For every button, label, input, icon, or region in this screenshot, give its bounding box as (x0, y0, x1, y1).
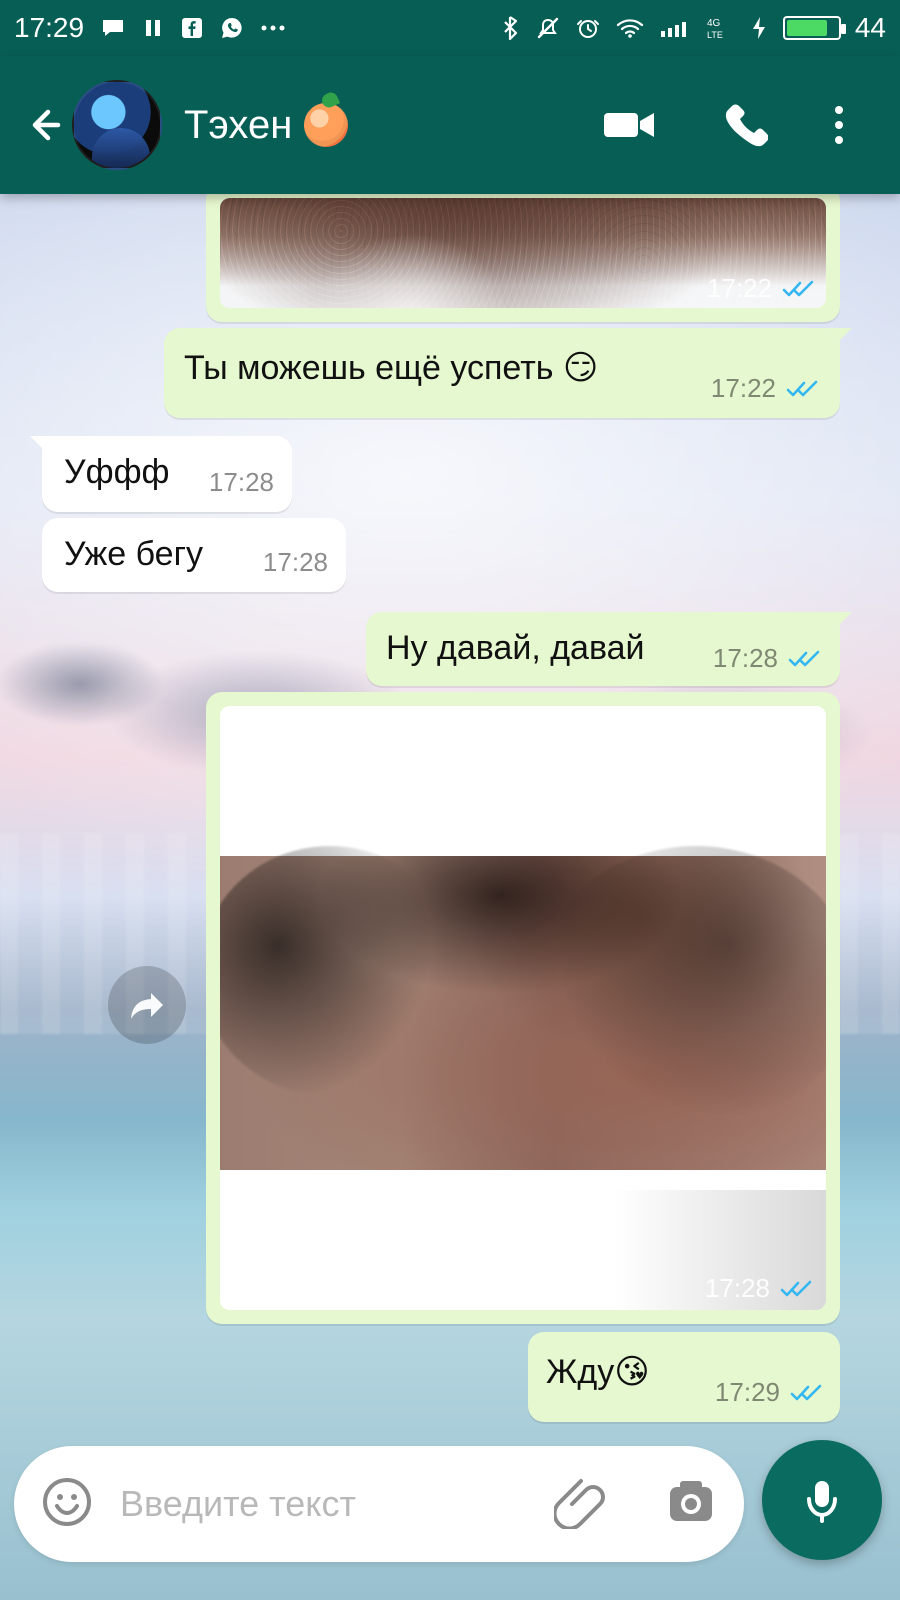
message-input[interactable]: Введите текст (120, 1483, 554, 1525)
emoji-button[interactable] (40, 1475, 94, 1534)
signal-icon (659, 17, 693, 39)
double-check-icon (790, 1383, 822, 1403)
message-meta: 17:22 (707, 273, 814, 304)
status-bar: 17:29 4G LTE 44 (0, 0, 900, 56)
more-options-button[interactable] (830, 100, 848, 150)
contact-name: Тэхен (184, 102, 293, 147)
more-notifications-icon (260, 23, 286, 33)
facebook-icon (180, 16, 204, 40)
double-check-icon (786, 379, 818, 399)
message-out-image-2[interactable]: 17:28 (206, 692, 840, 1324)
microphone-icon (807, 1481, 837, 1523)
message-time: 17:22 (706, 273, 772, 303)
message-meta: 17:28 (713, 643, 820, 674)
charging-icon (751, 15, 767, 41)
camera-button[interactable] (662, 1473, 720, 1536)
bluetooth-icon (501, 15, 521, 41)
svg-text:4G: 4G (707, 18, 721, 29)
camera-icon (670, 1480, 712, 1521)
image-photo (220, 856, 826, 1170)
network-4g-icon: 4G LTE (707, 15, 737, 41)
mute-icon (535, 15, 561, 41)
chat-notification-icon (100, 17, 126, 39)
message-text: Ты можешь ещё успеть 😏 (184, 349, 599, 387)
pause-icon (142, 17, 164, 39)
message-out-text-3[interactable]: Жду😘 17:29 (528, 1332, 840, 1422)
message-meta: 17:28 (263, 547, 328, 578)
double-check-icon (782, 279, 814, 299)
message-time: 17:22 (710, 373, 776, 403)
video-call-button[interactable] (602, 107, 656, 143)
message-in-text-2[interactable]: Уже бегу 17:28 (42, 518, 346, 592)
composer-bar: Введите текст (0, 1440, 900, 1600)
contact-avatar[interactable] (72, 80, 162, 170)
voice-call-button[interactable] (718, 100, 768, 150)
whatsapp-icon (220, 16, 244, 40)
forward-icon (131, 993, 163, 1019)
message-time: 17:28 (712, 643, 778, 673)
message-text: Жду😘 (546, 1353, 650, 1391)
voice-message-button[interactable] (762, 1440, 882, 1560)
battery-percent: 44 (854, 12, 886, 43)
status-left: 17:29 (14, 12, 286, 44)
message-meta: 17:22 (711, 373, 818, 404)
message-input-container[interactable]: Введите текст (14, 1446, 744, 1562)
peach-emoji-icon (304, 103, 349, 147)
wifi-icon (615, 17, 645, 39)
video-call-icon (604, 113, 654, 137)
message-meta: 17:28 (209, 467, 274, 498)
message-out-image-1[interactable]: 17:22 (206, 184, 840, 322)
message-out-text-2[interactable]: Ну давай, давай 17:28 (366, 612, 840, 686)
message-time: 17:29 (714, 1377, 780, 1407)
svg-text:LTE: LTE (707, 30, 723, 40)
message-text: Уже бегу (64, 535, 203, 573)
header-actions (602, 100, 848, 150)
message-in-text-1[interactable]: Уффф 17:28 (42, 436, 292, 512)
back-button[interactable] (16, 98, 70, 152)
emoji-icon (43, 1477, 91, 1526)
more-vertical-icon (835, 106, 843, 144)
attachment-icon (552, 1478, 605, 1530)
status-right: 4G LTE 44 (501, 12, 886, 44)
forward-button[interactable] (108, 966, 186, 1044)
contact-title[interactable]: Тэхен (184, 102, 349, 148)
status-time: 17:29 (14, 12, 85, 43)
message-text: Ну давай, давай (386, 629, 645, 667)
message-text: Уффф (64, 453, 170, 491)
message-image[interactable] (220, 706, 826, 1310)
message-time: 17:28 (208, 467, 274, 497)
message-out-text-1[interactable]: Ты можешь ещё успеть 😏 17:22 (164, 328, 840, 418)
double-check-icon (788, 649, 820, 669)
voice-call-icon (725, 104, 768, 147)
double-check-icon (780, 1279, 812, 1299)
attach-button[interactable] (552, 1475, 608, 1534)
chat-header: Тэхен (0, 56, 900, 194)
message-time: 17:28 (262, 547, 328, 577)
message-meta: 17:28 (705, 1273, 812, 1304)
message-meta: 17:29 (715, 1377, 822, 1408)
message-time: 17:28 (704, 1273, 770, 1303)
battery-icon (782, 16, 846, 40)
alarm-icon (575, 15, 601, 41)
back-arrow-icon (32, 109, 61, 141)
